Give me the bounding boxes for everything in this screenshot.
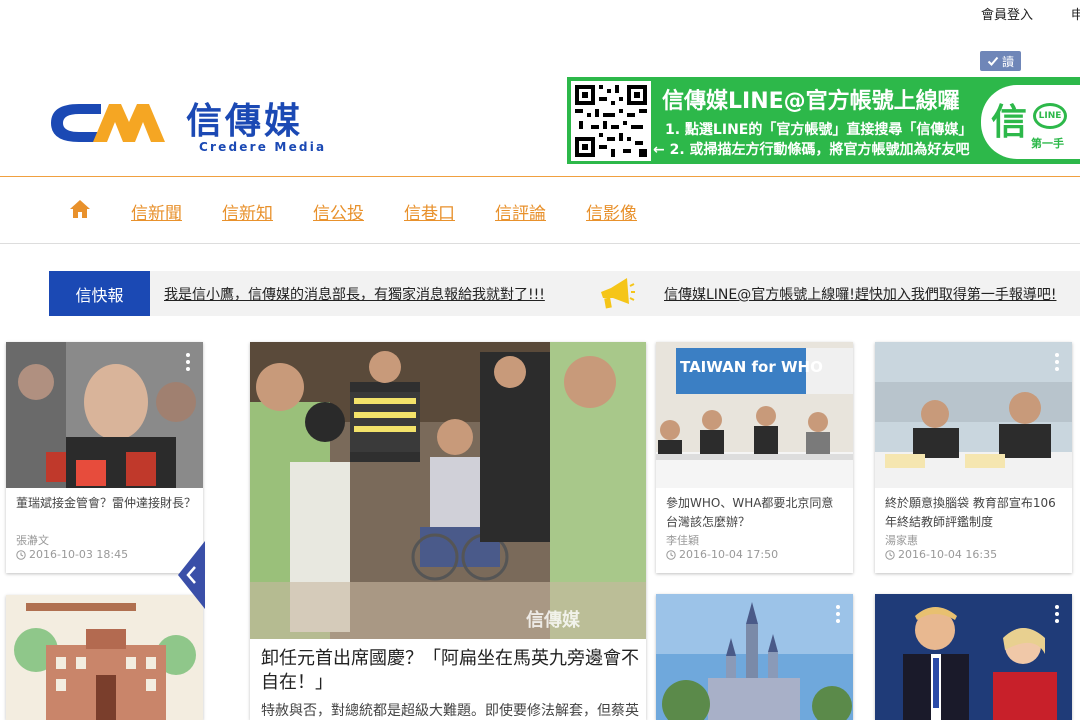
article-date-text: 2016-10-04 17:50 [679,548,779,561]
home-icon[interactable] [69,199,91,219]
article-date-text: 2016-10-03 18:45 [29,548,129,561]
article-author: 張瀞文 [16,534,49,547]
register-link[interactable]: 申 [1071,4,1080,23]
article-card[interactable] [875,594,1072,720]
more-options-icon[interactable] [1054,352,1060,372]
featured-thumbnail [250,342,646,639]
main-nav: 信新聞 信新知 信公投 信巷口 信評論 信影像 [0,177,1080,244]
megaphone-icon [601,278,635,309]
nav-item-opinion[interactable]: 信評論 [495,199,546,224]
logo-wordmark: 信傳媒 [186,101,304,142]
banner-title: 信傳媒LINE@官方帳號上線囉 [662,89,960,114]
nav-item-news[interactable]: 信新聞 [131,199,182,224]
featured-article-excerpt: 特赦與否，對總統都是超級大難題。即使要修法解套，但蔡英 [261,703,639,719]
article-thumbnail [656,594,853,720]
more-options-icon[interactable] [1054,604,1060,624]
more-options-icon[interactable] [185,352,191,372]
qr-code-icon [571,81,651,161]
article-date-text: 2016-10-04 16:35 [898,548,998,561]
chevron-left-icon[interactable] [178,541,205,609]
article-card[interactable] [6,595,203,720]
article-card[interactable] [656,594,853,720]
article-date: 2016-10-04 17:50 [666,548,778,561]
article-thumbnail [875,342,1072,488]
clock-icon [666,549,676,560]
banner-step-1: 1. 點選LINE的「官方帳號」直接搜尋「信傳媒」 [665,122,973,138]
nav-item-knowledge[interactable]: 信新知 [222,199,273,224]
article-title[interactable]: 參加WHO、WHA都要北京同意 台灣該怎麼辦？ [666,494,848,532]
read-toggle-button[interactable]: 讀 [980,51,1021,71]
banner-badge-sub: 第一手 [1031,137,1064,150]
article-card[interactable]: 終於願意換腦袋 教育部宣布106年終結教師評鑑制度 湯家惠 2016-10-04… [875,342,1072,573]
banner-step-2: ← 2. 或掃描左方行動條碼，將官方帳號加為好友吧 [653,142,970,158]
line-official-banner[interactable]: 信傳媒LINE@官方帳號上線囉 1. 點選LINE的「官方帳號」直接搜尋「信傳媒… [567,77,1080,164]
article-thumbnail [6,595,203,720]
nav-item-referendum[interactable]: 信公投 [313,199,364,224]
nav-item-video[interactable]: 信影像 [586,199,637,224]
article-date: 2016-10-04 16:35 [885,548,997,561]
photo-watermark: 信傳媒 [526,610,580,631]
article-thumbnail [6,342,203,488]
article-card[interactable]: TAIWAN for WHO 參加WHO、WHA都要北京同意 台灣該怎麼辦？ 李… [656,342,853,573]
logo-subtitle: Credere Media [199,140,327,154]
article-thumbnail [875,594,1072,720]
photo-banner-text: TAIWAN for WHO [680,358,823,376]
ticker-message-2[interactable]: 信傳媒LINE@官方帳號上線囉!趕快加入我們取得第一手報導吧! [664,284,1056,304]
news-ticker: 信快報 我是信小鷹，信傳媒的消息部長，有獨家消息報給我就對了!!! 信傳媒LIN… [49,271,1080,316]
article-title[interactable]: 終於願意換腦袋 教育部宣布106年終結教師評鑑制度 [885,494,1067,532]
article-author: 湯家惠 [885,534,918,547]
banner-brand-badge: 信 LINE 第一手 [981,85,1080,159]
ticker-message-1[interactable]: 我是信小鷹，信傳媒的消息部長，有獨家消息報給我就對了!!! [164,284,545,304]
clock-icon [885,549,895,560]
article-card[interactable]: 董瑞斌接金管會？雷仲達接財長？ 張瀞文 2016-10-03 18:45 [6,342,203,573]
more-options-icon[interactable] [835,604,841,624]
read-toggle-label: 讀 [1001,54,1014,69]
article-title[interactable]: 董瑞斌接金管會？雷仲達接財長？ [16,494,196,513]
line-bubble-icon: LINE [1033,103,1067,129]
article-date: 2016-10-03 18:45 [16,548,128,561]
member-login-link[interactable]: 會員登入 [981,4,1033,23]
clock-icon [16,549,26,560]
check-icon [987,56,999,66]
banner-badge-char: 信 [991,102,1028,143]
nav-item-alley[interactable]: 信巷口 [404,199,455,224]
top-bar: 會員登入 申 [0,0,1080,24]
article-author: 李佳穎 [666,534,699,547]
ticker-label: 信快報 [49,271,150,316]
featured-article-title[interactable]: 卸任元首出席國慶？「阿扁坐在馬英九旁邊會不自在！」 [261,647,641,695]
